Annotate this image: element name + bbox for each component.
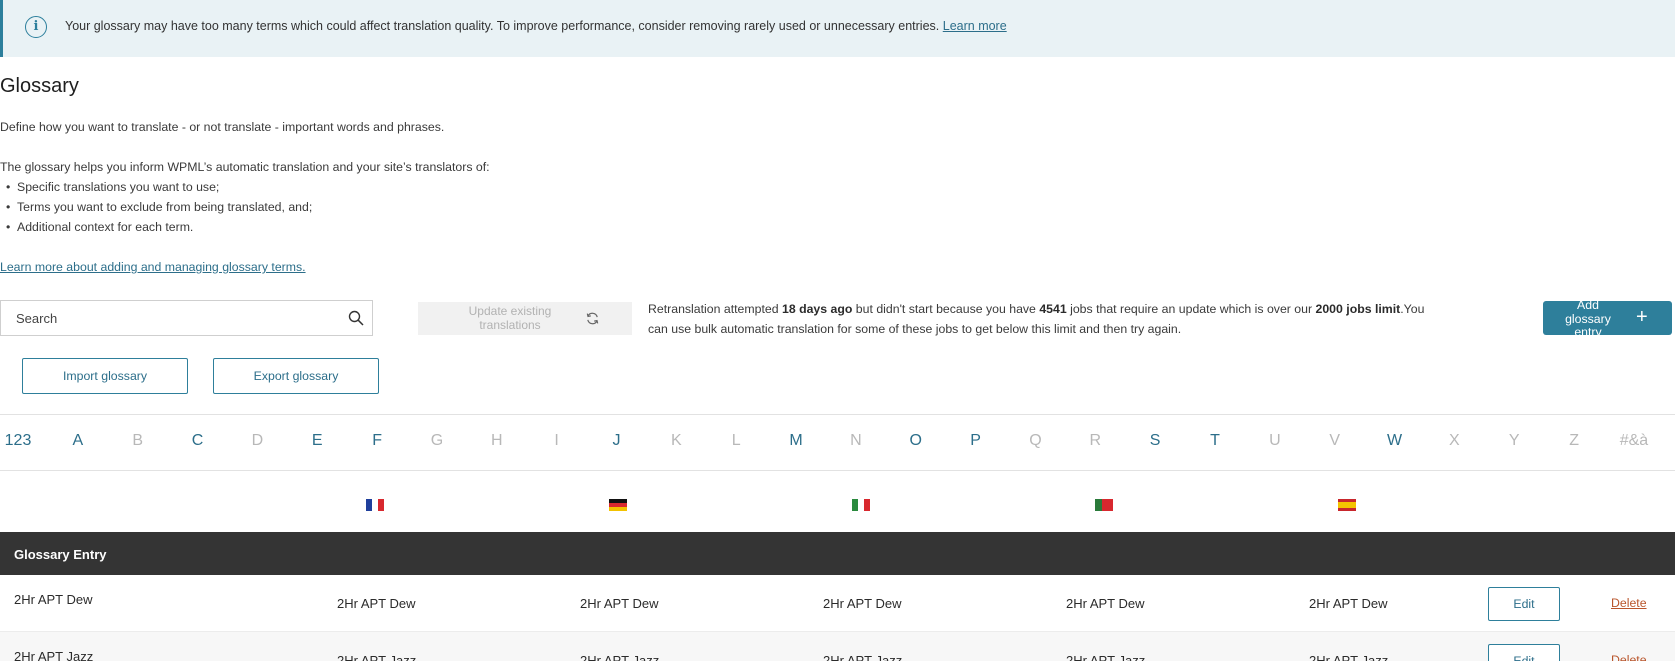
alphabet-letter: B <box>132 432 144 449</box>
alphabet-letter[interactable]: W <box>1387 432 1402 450</box>
alphabet-letter: I <box>554 432 559 449</box>
alphabet-letter[interactable]: 123 <box>5 432 32 450</box>
alphabet-letter[interactable]: F <box>372 432 382 450</box>
delete-link[interactable]: Delete <box>1611 596 1647 610</box>
import-glossary-button[interactable]: Import glossary <box>22 358 188 394</box>
translation-pt: 2Hr APT Jazz <box>1066 653 1146 661</box>
alphabet-letter[interactable]: P <box>970 432 981 450</box>
flag-de-icon <box>609 499 627 511</box>
search-box <box>0 300 373 336</box>
retrans-text: but didn't start because you have <box>852 302 1040 316</box>
alphabet-letter[interactable]: O <box>910 432 922 450</box>
update-button-label: Update existing translations <box>468 304 552 332</box>
edit-button[interactable]: Edit <box>1488 644 1560 661</box>
alphabet-letter[interactable]: M <box>789 432 802 450</box>
alphabet-letter[interactable]: A <box>73 432 84 450</box>
notice-text: Your glossary may have too many terms wh… <box>65 19 940 33</box>
feature-list-item: Terms you want to exclude from being tra… <box>6 200 312 220</box>
flag-it-icon <box>852 499 870 511</box>
alphabet-letter: V <box>1329 432 1341 449</box>
update-existing-translations-button[interactable]: Update existing translations <box>418 302 632 335</box>
translation-fr: 2Hr APT Dew <box>337 596 416 611</box>
column-header-glossary-entry: Glossary Entry <box>14 547 107 562</box>
retrans-days: 18 days ago <box>781 302 853 316</box>
alphabet-letter: K <box>671 432 682 449</box>
search-input[interactable] <box>1 301 321 335</box>
translation-it: 2Hr APT Dew <box>823 596 902 611</box>
translation-de: 2Hr APT Dew <box>580 596 659 611</box>
alphabet-letter: U <box>1269 432 1281 449</box>
refresh-icon <box>586 312 599 325</box>
entry-term: 2Hr APT Dew <box>14 592 93 607</box>
translation-es: 2Hr APT Dew <box>1309 596 1388 611</box>
search-icon[interactable] <box>348 310 364 326</box>
retrans-text: jobs that require an update which is ove… <box>1066 302 1316 316</box>
alphabet-filter: 123 A B C D E F G H I J K L M N O P Q R S T U V W X Y Z #&à <box>0 414 1675 471</box>
alphabet-letter[interactable]: E <box>312 432 323 450</box>
retrans-text: Retranslation attempted <box>648 302 782 316</box>
alphabet-letter: N <box>850 432 862 449</box>
alphabet-letter[interactable]: C <box>192 432 204 450</box>
retrans-job-count: 4541 <box>1039 302 1067 316</box>
delete-link[interactable]: Delete <box>1611 653 1647 661</box>
page-description: Define how you want to translate - or no… <box>0 120 445 134</box>
notice-banner: i Your glossary may have too many terms … <box>0 0 1675 57</box>
alphabet-letter: #&à <box>1619 432 1649 449</box>
translation-de: 2Hr APT Jazz <box>580 653 660 661</box>
alphabet-letter[interactable]: S <box>1150 432 1161 450</box>
notice-message: Your glossary may have too many terms wh… <box>65 19 1007 33</box>
retrans-limit: 2000 jobs limit <box>1315 302 1401 316</box>
page-intro: The glossary helps you inform WPML’s aut… <box>0 160 490 174</box>
alphabet-letter: Y <box>1508 432 1520 449</box>
alphabet-letter[interactable]: T <box>1210 432 1220 450</box>
feature-list: Specific translations you want to use; T… <box>6 180 312 240</box>
edit-button[interactable]: Edit <box>1488 587 1560 621</box>
alphabet-letter: Z <box>1569 432 1579 449</box>
table-header: Glossary Entry <box>0 532 1675 575</box>
learn-more-glossary-link[interactable]: Learn more about adding and managing glo… <box>0 260 306 274</box>
feature-list-item: Additional context for each term. <box>6 220 312 240</box>
export-glossary-button[interactable]: Export glossary <box>213 358 379 394</box>
plus-icon: + <box>1636 306 1648 328</box>
alphabet-letter: Q <box>1029 432 1042 449</box>
alphabet-letter: H <box>491 432 503 449</box>
alphabet-letter: D <box>251 432 264 449</box>
add-glossary-entry-button[interactable]: Add glossary entry + <box>1543 301 1672 335</box>
translation-es: 2Hr APT Jazz <box>1309 653 1389 661</box>
table-row: 2Hr APT Dew 2Hr APT Dew 2Hr APT Dew 2Hr … <box>0 575 1675 632</box>
entry-term: 2Hr APT Jazz <box>14 649 94 661</box>
add-button-label: Add glossary entry <box>1565 301 1611 335</box>
flag-fr-icon <box>366 499 384 511</box>
alphabet-letter[interactable]: J <box>613 432 621 450</box>
flag-es-icon <box>1338 499 1356 511</box>
info-icon: i <box>25 16 47 38</box>
alphabet-letter: R <box>1089 432 1102 449</box>
translation-pt: 2Hr APT Dew <box>1066 596 1145 611</box>
alphabet-letter: L <box>731 432 741 449</box>
feature-list-item: Specific translations you want to use; <box>6 180 312 200</box>
alphabet-letter: X <box>1449 432 1460 449</box>
retranslation-warning: Retranslation attempted 18 days ago but … <box>648 299 1438 339</box>
translation-fr: 2Hr APT Jazz <box>337 653 417 661</box>
page-title: Glossary <box>0 75 79 97</box>
flag-pt-icon <box>1095 499 1113 511</box>
notice-learn-more-link[interactable]: Learn more <box>943 19 1007 33</box>
alphabet-letter: G <box>430 432 444 449</box>
table-row: 2Hr APT Jazz 2Hr APT Jazz 2Hr APT Jazz 2… <box>0 632 1675 661</box>
translation-it: 2Hr APT Jazz <box>823 653 903 661</box>
